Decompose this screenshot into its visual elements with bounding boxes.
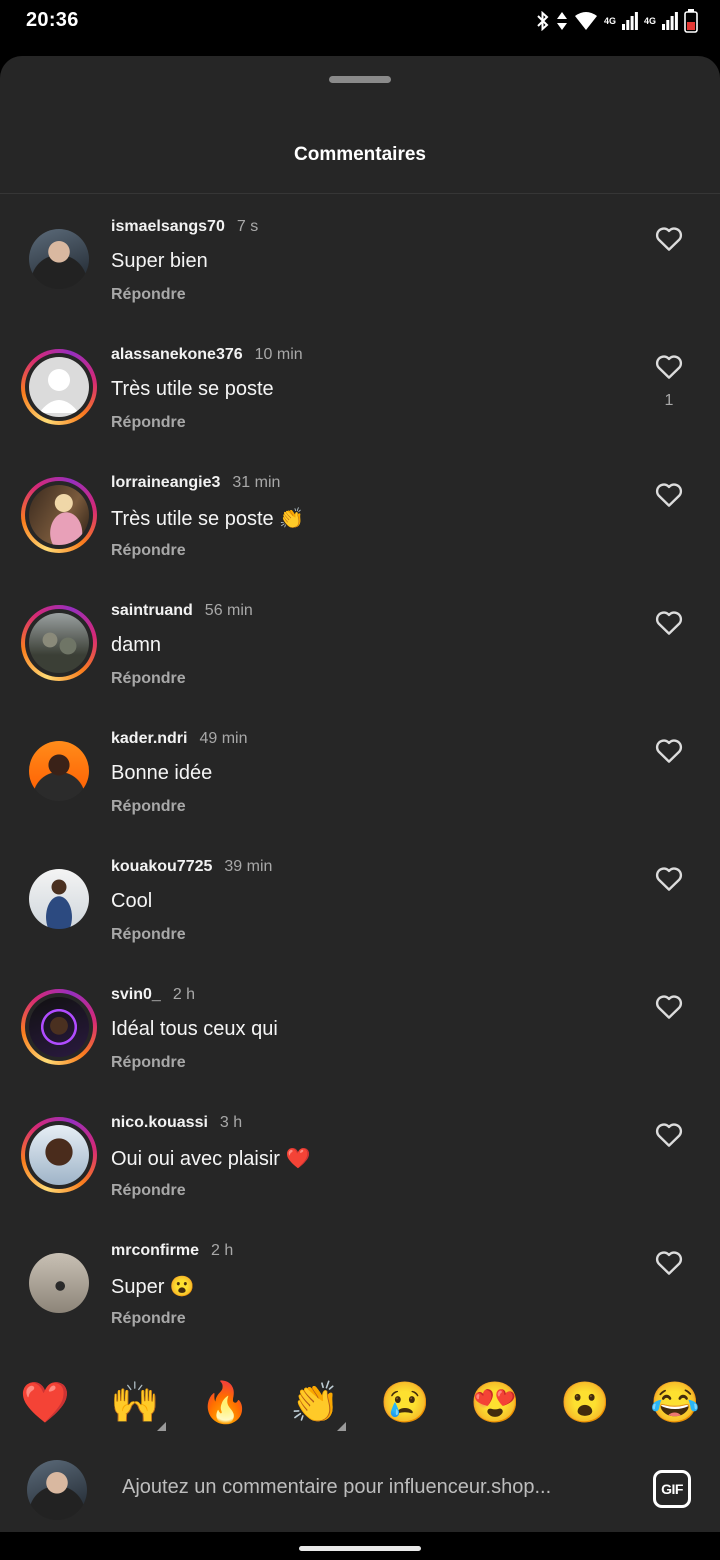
comment-composer: Ajoutez un commentaire pour influenceur.… xyxy=(0,1452,720,1532)
reaction-surprised[interactable]: 😮 xyxy=(560,1373,610,1433)
bluetooth-icon xyxy=(536,11,550,31)
comment-username[interactable]: svin0_ xyxy=(111,986,161,1004)
heart-icon[interactable] xyxy=(654,736,684,766)
comment-input[interactable]: Ajoutez un commentaire pour influenceur.… xyxy=(122,1476,551,1499)
reaction-heart[interactable]: ❤️ xyxy=(20,1373,70,1433)
comment-time: 2 h xyxy=(211,1242,234,1259)
battery-icon xyxy=(684,9,698,33)
comment-text: Super bien xyxy=(111,250,208,272)
home-indicator[interactable] xyxy=(299,1546,421,1551)
reaction-fire[interactable]: 🔥 xyxy=(200,1373,250,1433)
comment-username[interactable]: kouakou7725 xyxy=(111,858,212,876)
network-type-label-1: 4G xyxy=(603,16,616,26)
heart-icon[interactable] xyxy=(654,1120,684,1150)
comment-username[interactable]: lorraineangie3 xyxy=(111,474,220,492)
heart-icon[interactable] xyxy=(654,1248,684,1278)
skin-tone-indicator xyxy=(337,1422,346,1431)
heart-icon[interactable] xyxy=(654,864,684,894)
comment-text: damn xyxy=(111,634,162,656)
status-time: 20:36 xyxy=(26,9,79,31)
comment-time: 7 s xyxy=(236,218,259,235)
heart-icon[interactable] xyxy=(654,352,684,382)
reply-button[interactable]: Répondre xyxy=(111,1310,186,1328)
reply-button[interactable]: Répondre xyxy=(111,414,186,432)
avatar[interactable] xyxy=(21,733,97,809)
signal-icon xyxy=(621,12,638,30)
avatar[interactable] xyxy=(21,349,97,425)
heart-icon[interactable] xyxy=(654,608,684,638)
comment-item: svin0_ 2 h Idéal tous ceux qui Répondre xyxy=(0,968,720,1096)
comment-username[interactable]: ismaelsangs70 xyxy=(111,218,225,236)
comment-time: 2 h xyxy=(172,986,196,1003)
comment-text: Bonne idée xyxy=(111,762,213,784)
avatar[interactable] xyxy=(21,477,97,553)
heart-icon[interactable] xyxy=(654,480,684,510)
comment-item: ismaelsangs70 7 s Super bien Répondre xyxy=(0,200,720,328)
reaction-heart-eyes[interactable]: 😍 xyxy=(470,1373,520,1433)
reply-button[interactable]: Répondre xyxy=(111,1182,186,1200)
my-avatar xyxy=(27,1460,87,1520)
comment-time: 49 min xyxy=(199,730,248,747)
comment-item: kouakou7725 39 min Cool Répondre xyxy=(0,840,720,968)
comment-username[interactable]: mrconfirme xyxy=(111,1242,199,1260)
avatar[interactable] xyxy=(21,1245,97,1321)
heart-icon[interactable] xyxy=(654,224,684,254)
sheet-title: Commentaires xyxy=(294,144,426,165)
avatar[interactable] xyxy=(21,989,97,1065)
reaction-clapping[interactable]: 👏 xyxy=(290,1373,346,1433)
comment-text: Super 😮 xyxy=(111,1276,195,1298)
reaction-raising-hands[interactable]: 🙌 xyxy=(110,1373,166,1433)
comment-text: Très utile se poste 👏 xyxy=(111,508,305,530)
comment-username[interactable]: kader.ndri xyxy=(111,730,187,748)
comment-text: Oui oui avec plaisir ❤️ xyxy=(111,1148,311,1170)
comment-text: Idéal tous ceux qui xyxy=(111,1018,278,1040)
avatar[interactable] xyxy=(21,861,97,937)
comment-item: alassanekone376 10 min Très utile se pos… xyxy=(0,328,720,456)
reply-button[interactable]: Répondre xyxy=(111,670,186,688)
avatar[interactable] xyxy=(21,1117,97,1193)
reply-button[interactable]: Répondre xyxy=(111,286,186,304)
comment-username[interactable]: alassanekone376 xyxy=(111,346,243,364)
comments-sheet: Commentaires ismaelsangs70 7 s Super bie… xyxy=(0,56,720,1532)
reaction-clapping-glyph: 👏 xyxy=(290,1381,340,1425)
comment-username[interactable]: saintruand xyxy=(111,602,193,620)
comment-username[interactable]: nico.kouassi xyxy=(111,1114,208,1132)
comment-item: saintruand 56 min damn Répondre xyxy=(0,584,720,712)
reaction-raising-hands-glyph: 🙌 xyxy=(110,1381,160,1425)
reply-button[interactable]: Répondre xyxy=(111,926,186,944)
comment-time: 56 min xyxy=(204,602,253,619)
data-arrows-icon xyxy=(556,11,568,31)
avatar[interactable] xyxy=(21,605,97,681)
heart-icon[interactable] xyxy=(654,992,684,1022)
gif-button[interactable]: GIF xyxy=(653,1470,691,1508)
like-count[interactable]: 1 xyxy=(654,392,684,410)
reaction-crying[interactable]: 😢 xyxy=(380,1373,430,1433)
wifi-icon xyxy=(574,11,598,31)
skin-tone-indicator xyxy=(157,1422,166,1431)
comment-time: 31 min xyxy=(232,474,281,491)
drag-handle[interactable] xyxy=(329,76,391,83)
reply-button[interactable]: Répondre xyxy=(111,1054,186,1072)
comment-text: Très utile se poste xyxy=(111,378,274,400)
avatar[interactable] xyxy=(21,221,97,297)
quick-reactions-bar: ❤️ 🙌 🔥 👏 😢 😍 😮 😂 xyxy=(0,1373,720,1437)
reply-button[interactable]: Répondre xyxy=(111,542,186,560)
comment-item: mrconfirme 2 h Super 😮 Répondre xyxy=(0,1224,720,1352)
comment-text: Cool xyxy=(111,890,153,912)
reply-button[interactable]: Répondre xyxy=(111,798,186,816)
network-type-label-2: 4G xyxy=(643,16,656,26)
signal-icon xyxy=(662,12,678,30)
comment-item: kader.ndri 49 min Bonne idée Répondre xyxy=(0,712,720,840)
comment-time: 3 h xyxy=(219,1114,243,1131)
status-icons: 4G 4G xyxy=(536,8,698,34)
comment-item: lorraineangie3 31 min Très utile se post… xyxy=(0,456,720,584)
reaction-laughing[interactable]: 😂 xyxy=(650,1373,700,1433)
status-bar: 20:36 4G 4G xyxy=(0,0,720,44)
comment-time: 10 min xyxy=(254,346,303,363)
divider xyxy=(0,193,720,194)
comment-item: nico.kouassi 3 h Oui oui avec plaisir ❤️… xyxy=(0,1096,720,1224)
comment-time: 39 min xyxy=(224,858,273,875)
